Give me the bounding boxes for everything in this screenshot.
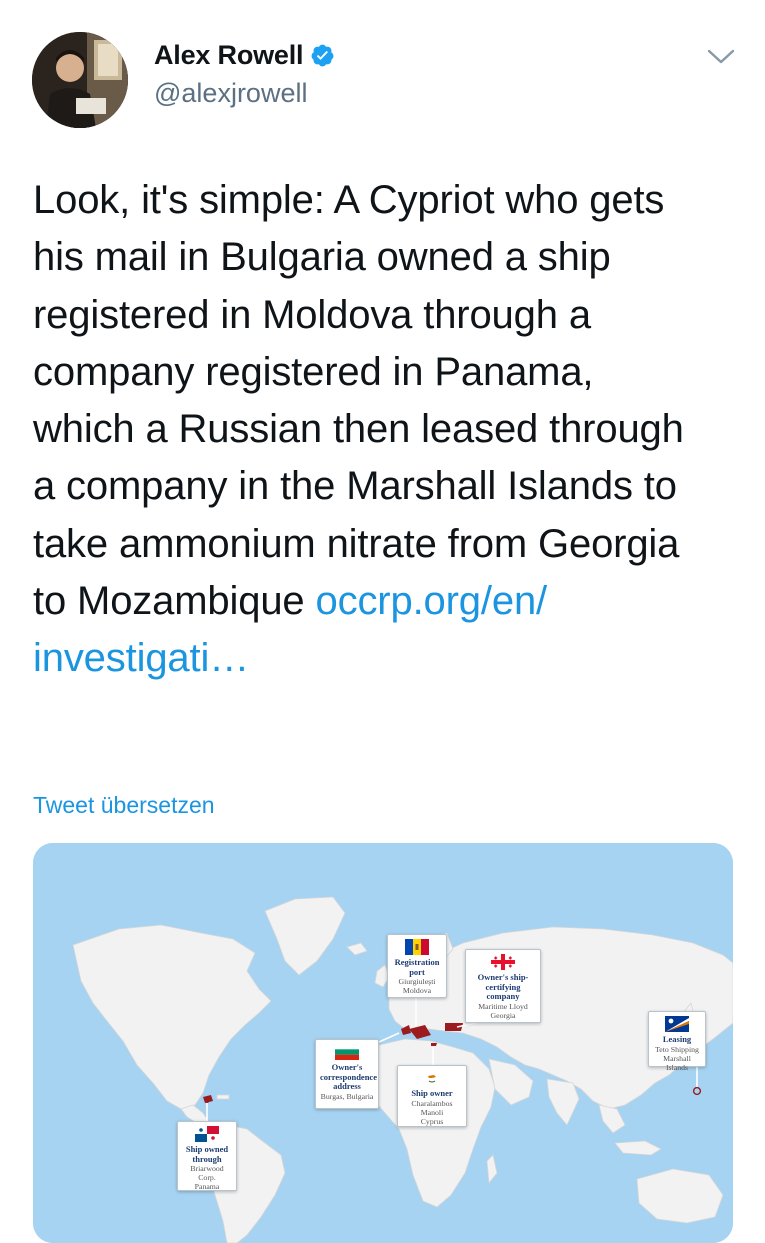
georgia-flag-icon xyxy=(491,954,515,970)
callout-line: Maritime Lloyd xyxy=(478,1001,528,1011)
callout-certifying-company[interactable]: Owner's ship- certifying company Maritim… xyxy=(465,949,541,1023)
marshall-islands-flag-icon xyxy=(665,1016,689,1032)
callout-line: Georgia xyxy=(490,1010,516,1020)
author-name-row[interactable]: Alex Rowell xyxy=(154,40,335,71)
avatar[interactable] xyxy=(32,32,128,128)
bulgaria-flag-icon xyxy=(335,1044,359,1060)
world-map xyxy=(33,843,733,1243)
callout-title: Ship owner xyxy=(411,1088,453,1098)
tweet-text-line: a company in the Marshall Islands to xyxy=(33,464,677,509)
callout-line: Giurgiuleşti xyxy=(398,977,436,986)
verified-badge-icon xyxy=(311,44,334,67)
tweet-text-line-with-link: to Mozambique occrp.org/en/ xyxy=(33,573,745,630)
callout-correspondence-address[interactable]: Owner's correspondence address Burgas, B… xyxy=(315,1039,379,1109)
callout-line: Moldova xyxy=(402,986,432,995)
callout-line: Burgas, Bulgaria xyxy=(320,1091,374,1101)
avatar-photo xyxy=(32,32,128,128)
tweet-text-line: his mail in Bulgaria owned a ship xyxy=(33,235,611,280)
callout-ship-owner[interactable]: Ship owner Charalambos Manoli Cyprus xyxy=(397,1065,467,1127)
author-handle[interactable]: @alexjrowell xyxy=(154,78,307,109)
tweet-media-map[interactable]: Registration port Giurgiuleşti Moldova O… xyxy=(33,843,733,1243)
tweet-text-segment: to Mozambique xyxy=(33,579,316,624)
callout-line: Marshall Islands xyxy=(663,1053,691,1072)
callout-line: Briarwood Corp. xyxy=(190,1164,224,1182)
tweet-text-line: which a Russian then leased through xyxy=(33,407,684,452)
callout-line: Charalambos Manoli xyxy=(411,1098,453,1117)
tweet-text-line: registered in Moldova through a xyxy=(33,292,591,337)
tweet-link-continued[interactable]: investigati… xyxy=(33,630,745,687)
callout-title: through xyxy=(192,1153,222,1164)
callout-title: Registration port xyxy=(394,957,440,977)
highlight-cyprus xyxy=(431,1043,437,1046)
callout-line: Cyprus xyxy=(420,1116,444,1126)
callout-leasing[interactable]: Leasing Teto Shipping Marshall Islands xyxy=(648,1011,706,1072)
panama-flag-icon xyxy=(195,1126,219,1142)
callout-title: certifying company xyxy=(485,981,521,1001)
callout-registration-port[interactable]: Registration port Giurgiuleşti Moldova xyxy=(387,934,447,998)
callout-title: address xyxy=(333,1081,361,1091)
moldova-flag-icon xyxy=(405,939,429,955)
callout-ship-owned-through[interactable]: Ship owned through Briarwood Corp. Panam… xyxy=(177,1121,237,1191)
tweet-text-line: company registered in Panama, xyxy=(33,349,594,394)
tweet-text-line: take ammonium nitrate from Georgia xyxy=(33,521,680,566)
panama-marker xyxy=(205,1099,209,1103)
tweet-link[interactable]: occrp.org/en/ xyxy=(316,579,548,623)
cyprus-flag-icon xyxy=(420,1070,444,1086)
callout-title: Leasing xyxy=(662,1034,692,1044)
tweet-text: Look, it's simple: A Cypriot who gets hi… xyxy=(33,172,745,688)
callout-line: Teto Shipping xyxy=(655,1044,699,1054)
chevron-down-icon[interactable] xyxy=(706,46,736,68)
tweet-text-line: Look, it's simple: A Cypriot who gets xyxy=(33,178,665,222)
translate-tweet-link[interactable]: Tweet übersetzen xyxy=(33,792,215,819)
author-display-name[interactable]: Alex Rowell xyxy=(154,40,304,71)
callout-line: Panama xyxy=(194,1182,220,1191)
